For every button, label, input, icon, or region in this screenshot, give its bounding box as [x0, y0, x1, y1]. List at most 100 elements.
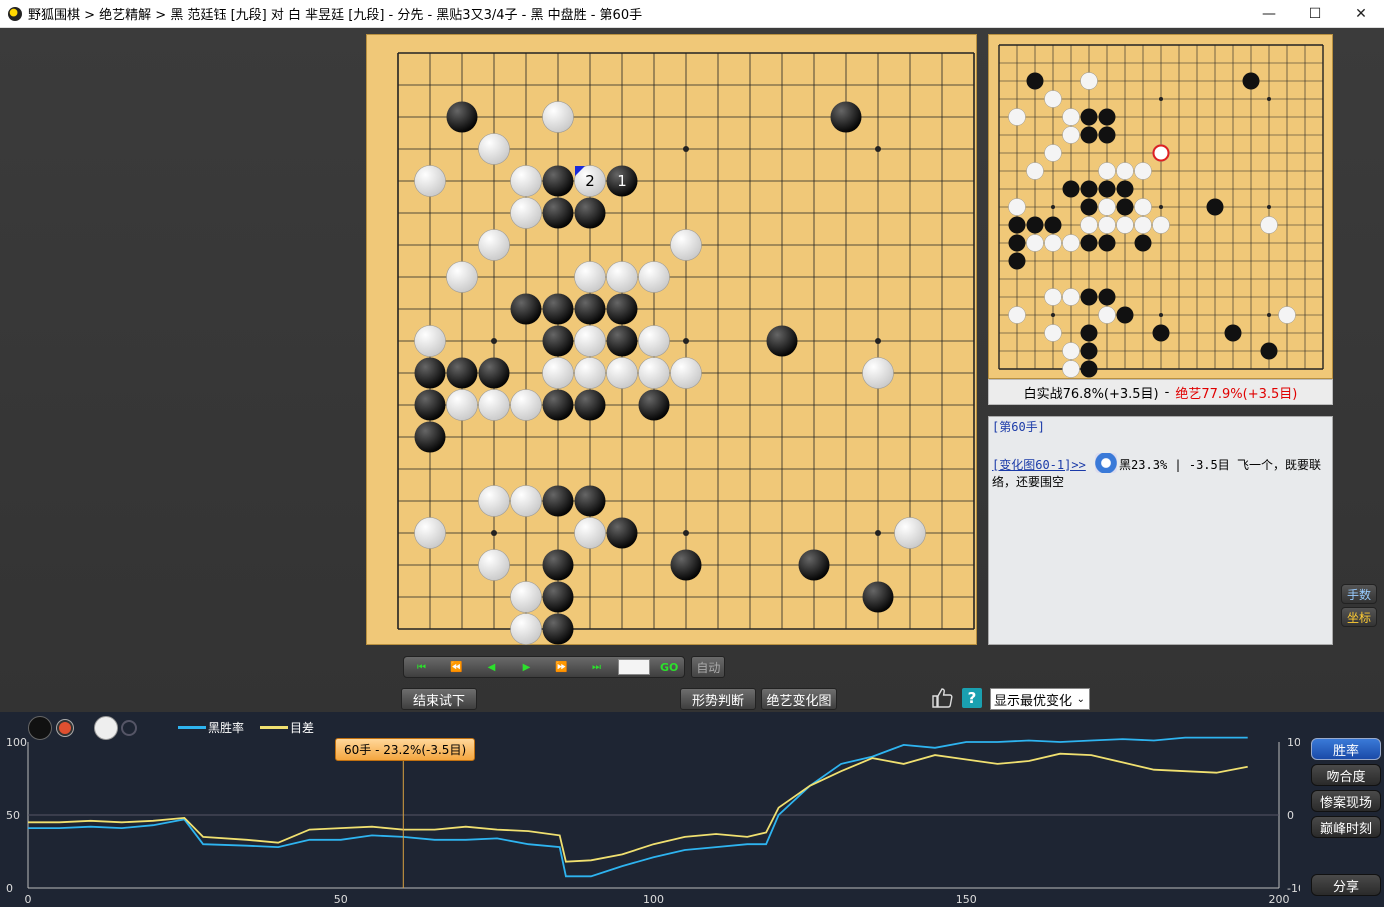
black-stone[interactable] [574, 197, 606, 229]
black-stone[interactable] [414, 421, 446, 453]
crime-scene-button[interactable]: 惨案现场 [1311, 790, 1381, 812]
maximize-button[interactable]: ☐ [1292, 0, 1338, 28]
situation-button[interactable]: 形势判断 [680, 688, 756, 710]
white-stone[interactable] [510, 485, 542, 517]
white-stone[interactable] [414, 165, 446, 197]
black-stone[interactable] [510, 293, 542, 325]
navigation-controls: ⏮ ⏪ ◀ ▶ ⏩ ⏭ GO 自动 [403, 656, 726, 678]
black-stone[interactable] [606, 325, 638, 357]
go-board[interactable]: 12 [366, 34, 977, 645]
black-stone[interactable] [574, 389, 606, 421]
coordinates-button[interactable]: 坐标 [1341, 607, 1377, 627]
mini-board[interactable] [988, 34, 1333, 379]
black-stone[interactable] [542, 293, 574, 325]
black-stone[interactable] [542, 613, 574, 645]
black-stone[interactable] [830, 101, 862, 133]
white-stone[interactable] [542, 357, 574, 389]
black-stone[interactable] [638, 389, 670, 421]
white-stone[interactable] [894, 517, 926, 549]
white-stone[interactable] [510, 581, 542, 613]
fast-back-icon[interactable]: ⏪ [439, 657, 474, 677]
black-stone[interactable] [446, 357, 478, 389]
last-move-icon[interactable]: ⏭ [579, 657, 614, 677]
white-stone[interactable] [510, 165, 542, 197]
auto-play-button[interactable]: 自动 [691, 656, 726, 678]
winrate-tab-button[interactable]: 胜率 [1311, 738, 1381, 760]
white-stone[interactable] [478, 485, 510, 517]
white-stone[interactable] [574, 325, 606, 357]
white-stone[interactable] [606, 357, 638, 389]
last-white-label: 2 [585, 172, 595, 190]
black-stone[interactable] [542, 581, 574, 613]
ai-variation-button[interactable]: 绝艺变化图 [761, 688, 837, 710]
black-stone[interactable] [862, 581, 894, 613]
mini-black-stone [1116, 180, 1134, 198]
black-stone[interactable] [542, 549, 574, 581]
white-stone[interactable] [542, 101, 574, 133]
white-stone[interactable] [670, 229, 702, 261]
next-move-icon[interactable]: ▶ [509, 657, 544, 677]
mini-white-stone [1062, 342, 1080, 360]
white-stone[interactable] [510, 389, 542, 421]
white-stone[interactable] [574, 261, 606, 293]
move-number-input[interactable] [618, 659, 650, 675]
white-stone[interactable] [574, 517, 606, 549]
black-stone[interactable] [542, 389, 574, 421]
black-stone[interactable] [574, 485, 606, 517]
window-title: 野狐围棋 > 绝艺精解 > 黑 范廷钰 [九段] 对 白 芈昱廷 [九段] - … [28, 8, 643, 23]
black-stone[interactable] [542, 197, 574, 229]
black-stone[interactable] [478, 357, 510, 389]
variation-select[interactable]: 显示最优变化 ⌄ [990, 688, 1090, 710]
black-stone[interactable] [606, 517, 638, 549]
white-stone[interactable] [446, 389, 478, 421]
white-stone[interactable] [670, 357, 702, 389]
mini-black-stone [1206, 198, 1224, 216]
help-icon[interactable]: ? [962, 688, 982, 708]
black-stone[interactable] [414, 389, 446, 421]
board-svg[interactable]: 12 [367, 35, 978, 646]
white-stone[interactable] [862, 357, 894, 389]
white-stone[interactable] [478, 229, 510, 261]
black-stone[interactable] [446, 101, 478, 133]
variation-link[interactable]: [变化图60-1]>> [992, 458, 1086, 472]
black-stone[interactable] [542, 165, 574, 197]
black-stone[interactable] [542, 485, 574, 517]
fast-forward-icon[interactable]: ⏩ [544, 657, 579, 677]
share-button[interactable]: 分享 [1311, 874, 1381, 896]
black-stone[interactable] [414, 357, 446, 389]
white-stone[interactable] [510, 197, 542, 229]
go-button[interactable]: GO [654, 661, 684, 674]
black-stone[interactable] [606, 293, 638, 325]
white-stone[interactable] [446, 261, 478, 293]
minimize-button[interactable]: — [1246, 0, 1292, 28]
winrate-chart[interactable]: 050100150200100500100-10 [0, 712, 1300, 907]
white-stone[interactable] [510, 613, 542, 645]
close-button[interactable]: ✕ [1338, 0, 1384, 28]
thumbs-up-icon[interactable] [930, 686, 954, 710]
white-stone[interactable] [414, 517, 446, 549]
white-stone[interactable] [606, 261, 638, 293]
white-stone[interactable] [478, 133, 510, 165]
mini-board-svg[interactable] [989, 35, 1334, 380]
winrate-separator: - [1164, 384, 1170, 400]
black-stone[interactable] [798, 549, 830, 581]
black-stone[interactable] [542, 325, 574, 357]
move-numbers-button[interactable]: 手数 [1341, 584, 1377, 604]
mini-white-stone [1080, 72, 1098, 90]
black-stone[interactable] [670, 549, 702, 581]
fit-tab-button[interactable]: 吻合度 [1311, 764, 1381, 786]
white-stone[interactable] [478, 389, 510, 421]
white-stone[interactable] [414, 325, 446, 357]
prev-move-icon[interactable]: ◀ [474, 657, 509, 677]
white-stone[interactable] [478, 549, 510, 581]
end-trial-button[interactable]: 结束试下 [401, 688, 477, 710]
white-stone[interactable] [638, 325, 670, 357]
peak-moment-button[interactable]: 巅峰时刻 [1311, 816, 1381, 838]
white-stone[interactable] [638, 261, 670, 293]
first-move-icon[interactable]: ⏮ [404, 657, 439, 677]
black-stone[interactable] [574, 293, 606, 325]
white-stone[interactable] [638, 357, 670, 389]
black-stone[interactable] [766, 325, 798, 357]
star-point [875, 338, 881, 344]
white-stone[interactable] [574, 357, 606, 389]
